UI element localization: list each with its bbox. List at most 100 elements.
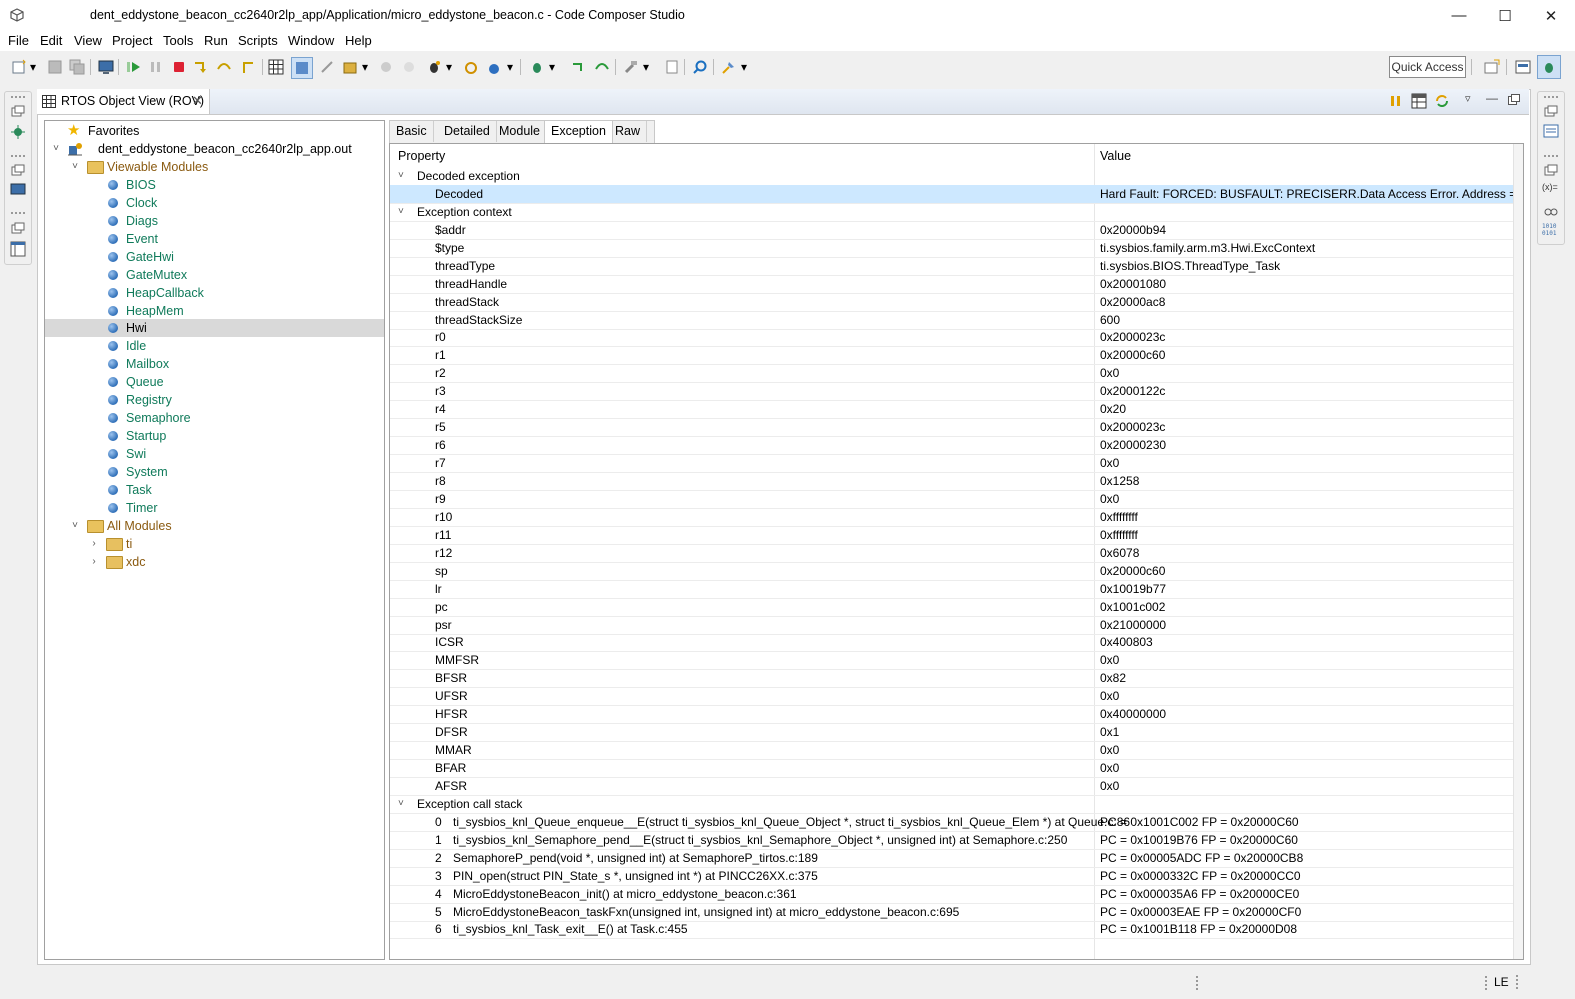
tab-detailed[interactable]: Detailed (438, 121, 497, 142)
table-row[interactable]: r3 0x2000122c (390, 382, 1514, 402)
tree-item-module-registry[interactable]: Registry (45, 391, 384, 409)
tree-item-module-idle[interactable]: Idle (45, 337, 384, 355)
expressions-icon[interactable] (1543, 203, 1559, 217)
build-icon[interactable] (621, 57, 641, 77)
column-header-value[interactable]: Value (1100, 144, 1131, 168)
collapse-icon[interactable]: ˅ (398, 167, 404, 185)
assembly-step-into-icon[interactable] (569, 57, 589, 77)
table-row[interactable]: MMAR 0x0 (390, 741, 1514, 761)
outline-icon[interactable] (10, 241, 26, 257)
console-icon[interactable] (10, 182, 26, 198)
table-row[interactable]: DFSR 0x1 (390, 723, 1514, 743)
table-row[interactable]: BFAR 0x0 (390, 759, 1514, 779)
tree-item-package-xdc[interactable]: › xdc (45, 553, 384, 571)
debug-icon[interactable] (527, 57, 547, 77)
tree-item-module-timer[interactable]: Timer (45, 499, 384, 517)
group-row-call-stack[interactable]: ˅ Exception call stack (390, 795, 1514, 814)
tree-item-module-queue[interactable]: Queue (45, 373, 384, 391)
tree-item-module-gatehwi[interactable]: GateHwi (45, 248, 384, 266)
menu-scripts[interactable]: Scripts (238, 33, 278, 48)
pause-icon[interactable] (1389, 94, 1403, 108)
terminal-icon[interactable] (96, 57, 116, 77)
tree-item-favorites[interactable]: ★ Favorites (45, 122, 384, 140)
table-row[interactable]: r8 0x1258 (390, 472, 1514, 491)
menu-window[interactable]: Window (288, 33, 334, 48)
table-row[interactable]: r4 0x20 (390, 400, 1514, 420)
quick-access-field[interactable]: Quick Access (1389, 56, 1466, 78)
tree-item-module-hwi[interactable]: Hwi (45, 319, 384, 338)
pin-icon[interactable] (719, 57, 739, 77)
table-row[interactable]: BFSR 0x82 (390, 669, 1514, 689)
tab-basic[interactable]: Basic (390, 121, 434, 142)
group-row-decoded[interactable]: ˅ Decoded exception (390, 167, 1514, 186)
breakpoint-icon[interactable] (376, 57, 396, 77)
tree-item-all-modules[interactable]: ˅ All Modules (45, 517, 384, 535)
stack-frame-row[interactable]: 3 PIN_open(struct PIN_State_s *, unsigned… (390, 867, 1514, 886)
save-icon[interactable] (45, 57, 65, 77)
stack-frame-row[interactable]: 0 ti_sysbios_knl_Queue_enqueue__E(struct … (390, 813, 1514, 832)
collapse-icon[interactable]: ˅ (398, 203, 404, 221)
tree-item-module-diags[interactable]: Diags (45, 212, 384, 230)
step-into-icon[interactable] (191, 57, 211, 77)
menu-run[interactable]: Run (204, 33, 228, 48)
table-row[interactable]: Decoded Hard Fault: FORCED: BUSFAULT: PRE… (390, 184, 1523, 204)
expand-icon[interactable]: › (88, 535, 100, 553)
tree-item-module-task[interactable]: Task (45, 481, 384, 499)
build-dropdown-icon[interactable]: ▾ (641, 57, 651, 77)
tab-module[interactable]: Module (493, 121, 547, 142)
memory-browser-icon[interactable] (1543, 124, 1559, 138)
table-row[interactable]: threadHandle 0x20001080 (390, 275, 1514, 294)
menu-project[interactable]: Project (112, 33, 152, 48)
expand-icon[interactable]: › (88, 553, 100, 571)
restore-icon[interactable] (1544, 105, 1558, 117)
restore-icon[interactable] (11, 222, 25, 234)
menu-tools[interactable]: Tools (163, 33, 193, 48)
variables-icon[interactable]: (x)= (1542, 182, 1560, 194)
table-row[interactable]: HFSR 0x40000000 (390, 705, 1514, 725)
stack-frame-row[interactable]: 1 ti_sysbios_knl_Semaphore_pend__E(struct… (390, 831, 1514, 850)
table-icon[interactable] (1411, 93, 1427, 109)
view-tab-rov[interactable]: RTOS Object View (ROV) ✕ (37, 89, 210, 114)
maximize-button[interactable]: ☐ (1482, 0, 1528, 31)
collapse-icon[interactable]: ˅ (69, 158, 81, 176)
tree-item-module-event[interactable]: Event (45, 230, 384, 248)
save-all-icon[interactable] (67, 57, 87, 77)
stack-frame-row[interactable]: 6 ti_sysbios_knl_Task_exit__E() at Task.c… (390, 920, 1514, 940)
tree-item-module-heapmem[interactable]: HeapMem (45, 302, 384, 320)
grid-icon[interactable] (266, 57, 286, 77)
close-button[interactable]: ✕ (1528, 0, 1574, 31)
restore-icon[interactable] (11, 164, 25, 176)
tree-item-module-bios[interactable]: BIOS (45, 176, 384, 194)
rov-toggle-icon[interactable] (291, 57, 313, 79)
view-menu-icon[interactable]: ▿ (1465, 92, 1471, 105)
tree-item-module-mailbox[interactable]: Mailbox (45, 355, 384, 373)
table-row[interactable]: r0 0x2000023c (390, 328, 1514, 348)
table-row[interactable]: psr 0x21000000 (390, 616, 1514, 635)
debug-dropdown-icon[interactable]: ▾ (547, 57, 557, 77)
menu-edit[interactable]: Edit (40, 33, 62, 48)
table-row[interactable]: MMFSR 0x0 (390, 651, 1514, 671)
reset-icon[interactable] (485, 57, 505, 77)
table-row[interactable]: threadType ti.sysbios.BIOS.ThreadType_Tas… (390, 257, 1514, 276)
table-row[interactable]: pc 0x1001c002 (390, 598, 1514, 617)
terminate-icon[interactable] (169, 57, 189, 77)
table-row[interactable]: r1 0x20000c60 (390, 346, 1514, 366)
stack-frame-row[interactable]: 2 SemaphoreP_pend(void *, unsigned int) a… (390, 849, 1514, 868)
sync-icon[interactable] (1434, 93, 1450, 109)
bug-dropdown-icon[interactable]: ▾ (444, 57, 454, 77)
group-row-context[interactable]: ˅ Exception context (390, 203, 1514, 222)
restore-icon[interactable] (1544, 164, 1558, 176)
collapse-icon[interactable]: ˅ (50, 140, 62, 158)
open-perspective-icon[interactable] (1482, 57, 1502, 77)
minimize-view-icon[interactable]: — (1486, 91, 1498, 105)
tree-item-module-gatemutex[interactable]: GateMutex (45, 266, 384, 284)
tree-item-package-ti[interactable]: › ti (45, 535, 384, 553)
tree-item-module-swi[interactable]: Swi (45, 445, 384, 463)
debug-view-icon[interactable] (10, 124, 26, 140)
table-row[interactable]: r2 0x0 (390, 364, 1514, 384)
pin-dropdown-icon[interactable]: ▾ (739, 57, 749, 77)
clipboard-icon[interactable] (662, 57, 682, 77)
search-icon[interactable] (690, 57, 710, 77)
tab-raw[interactable]: Raw (609, 121, 648, 142)
tree-item-module-semaphore[interactable]: Semaphore (45, 409, 384, 427)
